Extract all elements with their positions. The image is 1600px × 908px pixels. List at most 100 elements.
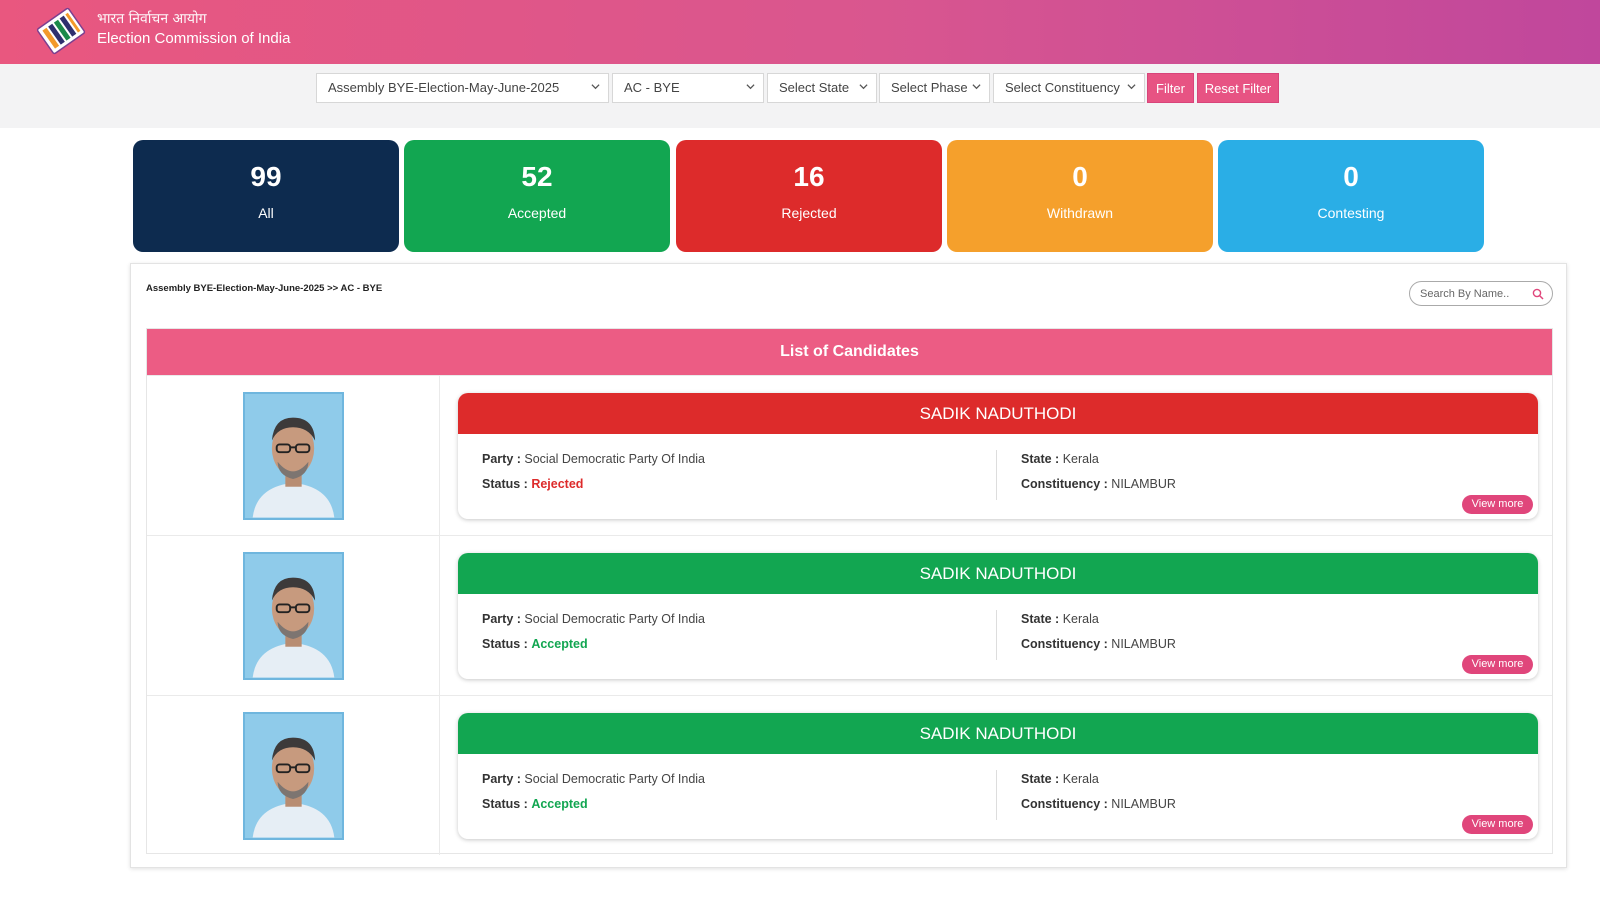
stat-label: All xyxy=(258,205,274,221)
view-more-button[interactable]: View more xyxy=(1462,815,1533,834)
candidate-details: Party : Social Democratic Party Of India… xyxy=(458,434,1538,519)
party-info: Party : Social Democratic Party Of India xyxy=(482,612,705,626)
stat-count: 52 xyxy=(521,161,553,192)
candidate-name: SADIK NADUTHODI xyxy=(458,713,1538,754)
state-value: Kerala xyxy=(1062,612,1099,626)
chevron-down-icon xyxy=(746,84,755,90)
state-label: State : xyxy=(1021,772,1060,786)
party-value: Social Democratic Party Of India xyxy=(524,452,706,466)
constituency-value: NILAMBUR xyxy=(1111,637,1176,651)
party-label: Party : xyxy=(482,452,521,466)
candidate-photo xyxy=(243,552,344,680)
stat-card-accepted[interactable]: 52 Accepted xyxy=(404,140,670,252)
candidate-row: SADIK NADUTHODI Party : Social Democrati… xyxy=(147,535,1552,695)
candidate-name: SADIK NADUTHODI xyxy=(458,553,1538,594)
constituency-label: Constituency : xyxy=(1021,797,1108,811)
status-label: Status : xyxy=(482,637,528,651)
stat-count: 0 xyxy=(1072,161,1088,192)
status-info: Status : Rejected xyxy=(482,477,583,491)
state-value: Kerala xyxy=(1062,772,1099,786)
candidate-card: SADIK NADUTHODI Party : Social Democrati… xyxy=(458,713,1538,839)
stat-card-rejected[interactable]: 16 Rejected xyxy=(676,140,942,252)
state-info: State : Kerala xyxy=(1021,452,1099,466)
brand-title-hindi: भारत निर्वाचन आयोग xyxy=(97,11,207,27)
state-select[interactable]: Select State xyxy=(767,73,877,103)
party-label: Party : xyxy=(482,772,521,786)
brand-title-english: Election Commission of India xyxy=(97,30,291,47)
status-value: Rejected xyxy=(531,477,584,491)
brand: भारत निर्वाचन आयोग Election Commission o… xyxy=(97,10,290,49)
reset-filter-button[interactable]: Reset Filter xyxy=(1197,73,1279,103)
stat-label: Withdrawn xyxy=(1046,205,1114,221)
divider xyxy=(996,770,997,820)
view-more-button[interactable]: View more xyxy=(1462,495,1533,514)
candidate-card: SADIK NADUTHODI Party : Social Democrati… xyxy=(458,553,1538,679)
candidate-card: SADIK NADUTHODI Party : Social Democrati… xyxy=(458,393,1538,519)
chevron-down-icon xyxy=(972,84,981,90)
state-select-value: Select State xyxy=(779,80,850,95)
candidate-name: SADIK NADUTHODI xyxy=(458,393,1538,434)
election-type-select[interactable]: AC - BYE xyxy=(612,73,764,103)
constituency-label: Constituency : xyxy=(1021,477,1108,491)
photo-cell xyxy=(147,696,440,855)
state-label: State : xyxy=(1021,612,1060,626)
phase-select[interactable]: Select Phase xyxy=(879,73,990,103)
candidate-list: List of Candidates SADIK NADUTHODI Party… xyxy=(146,328,1553,855)
stat-card-contesting[interactable]: 0 Contesting xyxy=(1218,140,1484,252)
party-info: Party : Social Democratic Party Of India xyxy=(482,772,705,786)
candidate-photo xyxy=(243,712,344,840)
stat-card-all[interactable]: 99 All xyxy=(133,140,399,252)
party-value: Social Democratic Party Of India xyxy=(524,612,706,626)
election-select[interactable]: Assembly BYE-Election-May-June-2025 xyxy=(316,73,609,103)
photo-cell xyxy=(147,536,440,695)
state-label: State : xyxy=(1021,452,1060,466)
party-label: Party : xyxy=(482,612,521,626)
constituency-info: Constituency : NILAMBUR xyxy=(1021,477,1176,491)
filter-bar: Assembly BYE-Election-May-June-2025 AC -… xyxy=(0,64,1600,128)
divider xyxy=(996,450,997,500)
candidate-row: SADIK NADUTHODI Party : Social Democrati… xyxy=(147,375,1552,535)
election-select-value: Assembly BYE-Election-May-June-2025 xyxy=(328,80,560,95)
stat-label: Rejected xyxy=(781,205,837,221)
site-header: भारत निर्वाचन आयोग Election Commission o… xyxy=(0,0,1600,64)
status-label: Status : xyxy=(482,477,528,491)
stat-count: 16 xyxy=(793,161,825,192)
search-input[interactable] xyxy=(1420,286,1530,302)
candidate-photo xyxy=(243,392,344,520)
constituency-value: NILAMBUR xyxy=(1111,477,1176,491)
divider xyxy=(996,610,997,660)
candidate-details: Party : Social Democratic Party Of India… xyxy=(458,594,1538,679)
candidate-row: SADIK NADUTHODI Party : Social Democrati… xyxy=(147,695,1552,855)
stat-card-withdrawn[interactable]: 0 Withdrawn xyxy=(947,140,1213,252)
constituency-info: Constituency : NILAMBUR xyxy=(1021,637,1176,651)
state-info: State : Kerala xyxy=(1021,612,1099,626)
party-info: Party : Social Democratic Party Of India xyxy=(482,452,705,466)
eci-logo-icon[interactable] xyxy=(34,6,88,56)
search-icon[interactable] xyxy=(1532,288,1544,300)
chevron-down-icon xyxy=(591,84,600,90)
breadcrumb: Assembly BYE-Election-May-June-2025 >> A… xyxy=(146,283,383,294)
stat-label: Contesting xyxy=(1317,205,1385,221)
constituency-select[interactable]: Select Constituency xyxy=(993,73,1145,103)
photo-cell xyxy=(147,376,440,535)
status-info: Status : Accepted xyxy=(482,797,588,811)
stat-count: 0 xyxy=(1343,161,1359,192)
election-type-select-value: AC - BYE xyxy=(624,80,680,95)
constituency-value: NILAMBUR xyxy=(1111,797,1176,811)
phase-select-value: Select Phase xyxy=(891,80,968,95)
view-more-button[interactable]: View more xyxy=(1462,655,1533,674)
state-value: Kerala xyxy=(1062,452,1099,466)
candidates-panel: Assembly BYE-Election-May-June-2025 >> A… xyxy=(130,263,1567,868)
candidate-details: Party : Social Democratic Party Of India… xyxy=(458,754,1538,839)
state-info: State : Kerala xyxy=(1021,772,1099,786)
stat-count: 99 xyxy=(250,161,282,192)
constituency-info: Constituency : NILAMBUR xyxy=(1021,797,1176,811)
filter-button[interactable]: Filter xyxy=(1147,73,1194,103)
stat-label: Accepted xyxy=(507,205,567,221)
chevron-down-icon xyxy=(859,84,868,90)
chevron-down-icon xyxy=(1127,84,1136,90)
status-value: Accepted xyxy=(531,637,588,651)
search-box[interactable] xyxy=(1409,281,1553,306)
party-value: Social Democratic Party Of India xyxy=(524,772,706,786)
constituency-select-value: Select Constituency xyxy=(1005,80,1120,95)
